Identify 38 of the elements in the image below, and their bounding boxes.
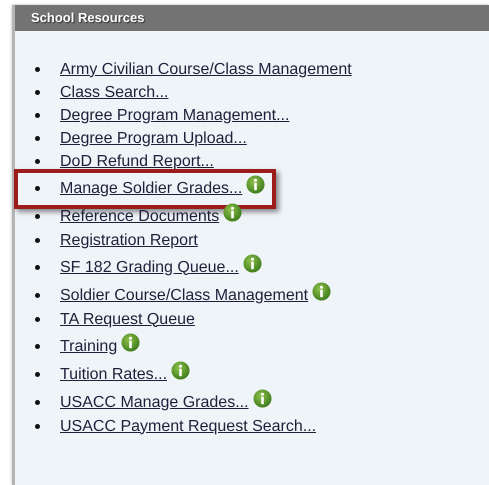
bullet [35, 113, 40, 118]
info-icon[interactable] [171, 361, 190, 380]
bullet [35, 372, 40, 377]
bullet [35, 344, 40, 349]
resource-link[interactable]: SF 182 Grading Queue... [60, 258, 239, 278]
bullet [35, 265, 40, 270]
resource-link[interactable]: Manage Soldier Grades... [60, 178, 242, 198]
bullet [35, 136, 40, 141]
bullet [35, 214, 40, 219]
bullet [35, 159, 40, 164]
resource-link[interactable]: Army Civilian Course/Class Management [60, 60, 352, 80]
resource-link[interactable]: Class Search... [60, 82, 168, 102]
resource-link[interactable]: Reference Documents [60, 206, 220, 226]
panel-title: School Resources [31, 9, 144, 28]
info-icon[interactable] [252, 389, 272, 408]
resource-link[interactable]: TA Request Queue [60, 310, 195, 330]
info-icon[interactable] [246, 175, 266, 194]
resource-link[interactable]: Tuition Rates... [60, 364, 168, 384]
bullet [35, 424, 40, 429]
resource-link[interactable]: Degree Program Management... [60, 106, 290, 126]
resource-link[interactable]: Degree Program Upload... [60, 128, 247, 148]
resource-link[interactable]: USACC Manage Grades... [60, 392, 249, 412]
info-icon[interactable] [223, 203, 242, 222]
resource-link[interactable]: Training [60, 336, 118, 356]
bullet [35, 238, 40, 243]
bullet [35, 67, 40, 72]
resource-link[interactable]: USACC Payment Request Search... [60, 416, 316, 436]
resource-link[interactable]: DoD Refund Report... [60, 152, 214, 172]
resource-link[interactable]: Registration Report [60, 230, 198, 250]
info-icon[interactable] [242, 254, 262, 273]
bullet [35, 90, 40, 95]
bullet [35, 400, 40, 405]
bullet [35, 186, 40, 191]
bullet [35, 317, 40, 322]
bullet [35, 293, 40, 298]
info-icon[interactable] [312, 282, 332, 301]
info-icon[interactable] [121, 333, 140, 352]
resource-link[interactable]: Soldier Course/Class Management [60, 286, 308, 306]
